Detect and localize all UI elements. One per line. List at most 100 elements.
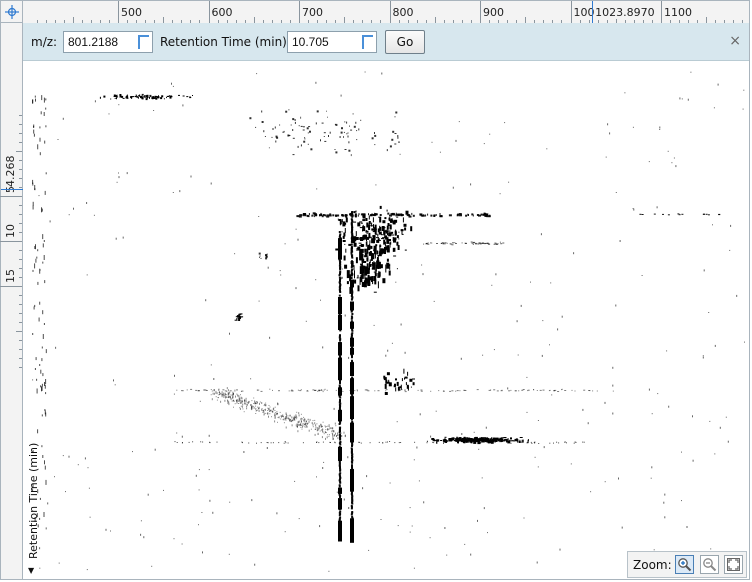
peak-map[interactable] <box>23 61 749 579</box>
zoom-in-button[interactable] <box>675 555 694 574</box>
peak-mark <box>41 445 43 448</box>
zoom-out-button[interactable] <box>700 555 719 574</box>
peak-mark <box>339 443 342 446</box>
peak-mark <box>439 215 443 218</box>
peak-mark <box>504 122 506 124</box>
peak-mark <box>37 429 39 434</box>
peak-mark <box>288 135 291 136</box>
peak-mark <box>45 392 47 395</box>
peak-mark <box>305 426 307 428</box>
peak-mark <box>397 245 400 250</box>
peak-mark <box>41 358 43 362</box>
spinner-icon[interactable] <box>138 35 149 49</box>
peak-mark <box>350 513 353 516</box>
peak-mark <box>44 140 46 144</box>
peak-mark <box>671 162 673 164</box>
peak-mark <box>338 250 342 260</box>
peak-mark <box>376 237 379 239</box>
peak-mark <box>362 266 364 269</box>
peak-mark <box>385 264 387 273</box>
peak-mark <box>550 282 552 284</box>
fit-to-window-button[interactable] <box>724 555 743 574</box>
retention-time-ruler[interactable]: 510154.268 <box>0 23 23 579</box>
mz-ruler[interactable]: 500 600 700 800 900 1000 1100 1023.8970 <box>23 1 749 24</box>
peak-mark <box>39 268 41 274</box>
peak-mark <box>393 239 396 243</box>
peak-mark <box>241 405 243 408</box>
peak-mark <box>340 516 341 518</box>
go-button[interactable]: Go <box>385 30 425 54</box>
peak-mark <box>246 403 248 406</box>
peak-mark <box>334 149 336 150</box>
peak-mark <box>229 501 231 503</box>
peak-mark <box>364 71 366 73</box>
peak-mark <box>41 346 43 349</box>
peak-mark <box>530 281 531 283</box>
peak-mark <box>308 420 310 423</box>
peak-mark <box>615 304 617 307</box>
peak-mark <box>323 132 326 134</box>
mz-field[interactable] <box>63 31 153 53</box>
spinner-icon[interactable] <box>362 35 373 49</box>
peak-mark <box>233 406 234 408</box>
peak-mark <box>443 441 445 443</box>
ruler-corner[interactable] <box>1 1 23 23</box>
peak-mark <box>357 214 359 217</box>
peak-mark <box>363 234 367 240</box>
peak-mark <box>412 214 415 217</box>
rt-minor-tick <box>19 142 22 143</box>
peak-mark <box>339 469 342 472</box>
rt-minor-tick <box>19 232 22 233</box>
close-icon[interactable]: × <box>729 33 741 49</box>
peak-mark <box>384 227 386 229</box>
peak-mark <box>502 242 505 244</box>
retention-time-field[interactable] <box>287 31 377 53</box>
peak-mark <box>687 98 689 101</box>
peak-mark <box>225 396 227 399</box>
peak-mark <box>400 214 404 216</box>
peak-mark <box>473 431 475 433</box>
ms-heatmap-plot[interactable] <box>23 61 749 579</box>
peak-mark <box>554 390 556 392</box>
peak-mark <box>435 410 437 412</box>
peak-mark <box>241 397 243 400</box>
peak-mark <box>32 269 34 272</box>
peak-mark <box>641 214 644 215</box>
peak-mark <box>358 242 362 244</box>
rt-minor-tick <box>19 313 22 314</box>
retention-time-input[interactable] <box>292 33 364 51</box>
peak-mark <box>350 480 354 492</box>
peak-mark <box>527 441 529 443</box>
peak-mark <box>467 441 469 443</box>
peak-mark <box>534 442 536 444</box>
peak-mark <box>350 317 353 320</box>
peak-mark <box>476 242 478 244</box>
peak-mark <box>217 397 219 399</box>
peak-mark <box>455 243 457 244</box>
peak-mark <box>472 242 475 244</box>
peak-mark <box>480 243 482 245</box>
peak-mark <box>289 414 291 417</box>
sort-arrow-icon[interactable]: ▼ <box>28 566 34 575</box>
peak-mark <box>374 250 376 255</box>
peak-mark <box>702 355 704 357</box>
peak-mark <box>386 149 388 152</box>
peak-mark <box>350 518 354 535</box>
peak-mark <box>242 400 244 402</box>
peak-mark <box>690 71 692 73</box>
peak-mark <box>489 214 491 217</box>
peak-mark <box>36 378 38 381</box>
peak-mark <box>430 214 433 217</box>
peak-mark <box>380 519 382 520</box>
peak-mark <box>460 357 462 360</box>
peak-mark <box>263 404 265 406</box>
peak-mark <box>231 400 233 402</box>
mz-input[interactable] <box>68 33 140 51</box>
peak-mark <box>641 275 643 276</box>
peak-mark <box>433 214 436 217</box>
peak-mark <box>346 133 348 135</box>
peak-mark <box>94 100 96 103</box>
peak-mark <box>393 255 397 257</box>
peak-mark <box>411 212 413 215</box>
peak-mark <box>730 224 732 227</box>
